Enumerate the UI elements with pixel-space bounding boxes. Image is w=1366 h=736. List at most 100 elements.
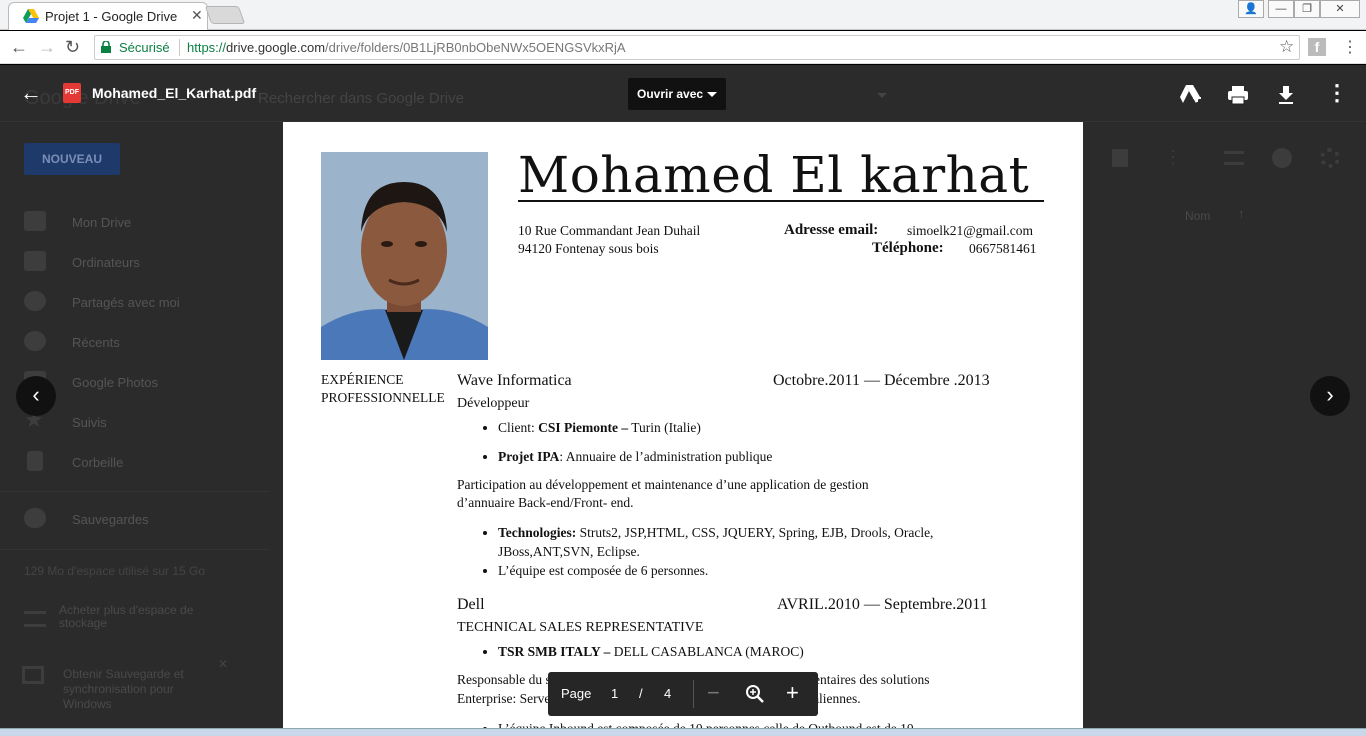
- close-promo-icon[interactable]: ✕: [218, 657, 228, 671]
- email-value: simoelk21@gmail.com: [907, 223, 1034, 238]
- computers-icon: [24, 251, 46, 271]
- job1-role: Développeur: [457, 396, 530, 411]
- sidebar-item-label: Partagés avec moi: [72, 295, 180, 310]
- job1-list-a: Client: CSI Piemonte – Turin (Italie) Pr…: [498, 418, 772, 466]
- google-drive-icon: [23, 9, 39, 23]
- search-input[interactable]: Rechercher dans Google Drive: [258, 90, 464, 107]
- next-file-button[interactable]: ›: [1310, 376, 1350, 416]
- lock-icon: [101, 41, 111, 53]
- cloud-icon: [24, 508, 46, 528]
- minimize-icon[interactable]: —: [1268, 0, 1294, 18]
- url-scheme: https://: [187, 40, 227, 55]
- sidebar-item-shared[interactable]: Partagés avec moi: [0, 285, 270, 321]
- sidebar-item-backups[interactable]: Sauvegardes: [0, 502, 270, 538]
- client-name: CSI Piemonte –: [538, 420, 629, 435]
- zoom-out-icon[interactable]: −: [707, 680, 720, 706]
- file-name: Mohamed_El_Karhat.pdf: [92, 85, 257, 101]
- browser-toolbar: ← → ↻ Sécurisé https://drive.google.com/…: [0, 31, 1366, 64]
- job1-desc-1: Participation au développement et mainte…: [457, 477, 869, 492]
- trash-icon: [27, 451, 43, 471]
- print-icon[interactable]: [1226, 83, 1250, 107]
- previous-file-button[interactable]: ‹: [16, 376, 56, 416]
- divider: [0, 549, 270, 550]
- sidebar-item-trash[interactable]: Corbeille: [0, 445, 270, 481]
- sidebar-item-label: Suivis: [72, 415, 107, 430]
- open-with-label: Ouvrir avec: [637, 87, 704, 101]
- people-icon: [24, 291, 46, 311]
- team-size: L’équipe est composée de 6 personnes.: [498, 563, 709, 578]
- client-location: Turin (Italie): [628, 420, 701, 435]
- maximize-icon[interactable]: ❐: [1294, 0, 1320, 18]
- profile-icon[interactable]: 👤: [1238, 0, 1264, 18]
- divider: [179, 39, 180, 56]
- windows-taskbar: [0, 728, 1366, 736]
- close-tab-icon[interactable]: ✕: [191, 7, 203, 24]
- sidebar-item-label: Mon Drive: [72, 215, 132, 230]
- sort-arrow-icon[interactable]: ↑: [1238, 206, 1245, 221]
- phone-value: 0667581461: [969, 241, 1037, 256]
- portrait-image: [321, 152, 488, 360]
- sidebar-item-my-drive[interactable]: Mon Drive: [0, 205, 270, 241]
- menu-icon[interactable]: ⋮: [1342, 37, 1358, 57]
- phone-label: Téléphone:: [872, 240, 944, 256]
- job2-dates: AVRIL.2010 — Septembre.2011: [777, 596, 988, 613]
- tab-strip: Projet 1 - Google Drive ✕ 👤 — ❐ ✕: [0, 0, 1366, 30]
- new-tab-button[interactable]: [204, 6, 246, 24]
- facebook-extension-icon[interactable]: f: [1308, 38, 1326, 56]
- project-desc: : Annuaire de l’administration publique: [559, 449, 773, 464]
- job2-role: TECHNICAL SALES REPRESENTATIVE: [457, 620, 704, 635]
- url-path: /drive/folders/0B1LjRB0nbObeNWx5OENGSVkx…: [325, 40, 626, 55]
- search-options-icon[interactable]: [877, 93, 887, 98]
- list-item: Projet IPA: Annuaire de l’administration…: [498, 447, 772, 466]
- browser-tab[interactable]: Projet 1 - Google Drive ✕: [8, 2, 208, 30]
- bookmark-star-icon[interactable]: ☆: [1279, 37, 1294, 57]
- address-bar[interactable]: Sécurisé https://drive.google.com/drive/…: [94, 35, 1300, 60]
- email-label: Adresse email:: [784, 222, 879, 238]
- zoom-icon[interactable]: [745, 684, 765, 704]
- sidebar-item-label: Ordinateurs: [72, 255, 140, 270]
- tsr-location: DELL CASABLANCA (MAROC): [610, 644, 804, 659]
- my-drive-icon: [24, 211, 46, 231]
- add-to-drive-icon[interactable]: [1178, 83, 1202, 107]
- page-navigator: Page 1 / 4 − +: [548, 672, 818, 716]
- settings-gear-icon[interactable]: [1320, 148, 1340, 168]
- job1-list-b: Technologies: Struts2, JSP,HTML, CSS, JQ…: [498, 523, 933, 580]
- url-text: https://drive.google.com/drive/folders/0…: [187, 40, 626, 55]
- forward-icon[interactable]: →: [38, 37, 56, 58]
- tab-title: Projet 1 - Google Drive: [45, 9, 178, 24]
- more-actions-icon[interactable]: ⋮: [1326, 80, 1348, 106]
- reload-icon[interactable]: ↻: [65, 37, 80, 58]
- page-label: Page: [561, 686, 592, 701]
- more-options-icon[interactable]: ⋮: [1164, 147, 1182, 168]
- download-icon[interactable]: [1274, 83, 1298, 107]
- close-window-icon[interactable]: ✕: [1320, 0, 1360, 18]
- sidebar-item-recent[interactable]: Récents: [0, 325, 270, 361]
- open-with-button[interactable]: Ouvrir avec: [628, 78, 726, 110]
- secure-label: Sécurisé: [119, 40, 170, 55]
- sort-by-name[interactable]: Nom: [1185, 209, 1210, 223]
- profile-photo: [321, 152, 488, 360]
- pdf-page: Mohamed El karhat 10 Rue Commandant Jean…: [283, 122, 1083, 736]
- job1-company: Wave Informatica: [457, 372, 572, 389]
- list-item: TSR SMB ITALY – DELL CASABLANCA (MAROC): [498, 642, 804, 661]
- buy-storage-link[interactable]: Acheter plus d'espace de stockage: [59, 604, 219, 630]
- sidebar-item-label: Google Photos: [72, 375, 159, 390]
- info-icon[interactable]: [1272, 148, 1292, 168]
- sidebar-item-computers[interactable]: Ordinateurs: [0, 245, 270, 281]
- new-button[interactable]: NOUVEAU: [24, 143, 120, 175]
- storage-icon: [24, 611, 46, 627]
- zoom-in-icon[interactable]: +: [786, 680, 799, 706]
- job1-desc-2: d’annuaire Back-end/Front- end.: [457, 495, 634, 510]
- backup-promo-text[interactable]: Obtenir Sauvegarde et synchronisation po…: [63, 667, 213, 712]
- project-name: Projet IPA: [498, 449, 560, 464]
- back-icon[interactable]: ←: [10, 37, 28, 58]
- trash-icon[interactable]: [1112, 149, 1128, 167]
- divider: [693, 680, 694, 708]
- client-prefix: Client:: [498, 420, 539, 435]
- list-view-icon[interactable]: [1224, 151, 1244, 165]
- viewer-back-arrow-icon[interactable]: ←: [20, 80, 42, 106]
- tech-list: Struts2, JSP,HTML, CSS, JQUERY, Spring, …: [576, 525, 934, 540]
- tech-label: Technologies:: [498, 525, 577, 540]
- page-current-input[interactable]: 1: [611, 686, 618, 701]
- url-host: drive.google.com: [226, 40, 326, 55]
